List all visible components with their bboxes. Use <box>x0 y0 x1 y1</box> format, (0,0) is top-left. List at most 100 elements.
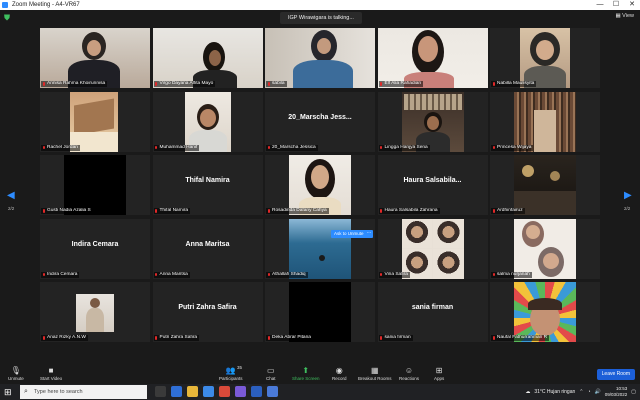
maximize-button[interactable]: ☐ <box>608 0 624 10</box>
participant-name-label: Rachel Jordan <box>41 144 80 151</box>
word-icon[interactable] <box>251 386 262 397</box>
chrome-icon[interactable] <box>219 386 230 397</box>
participant-name-label: Haura Salsabila Zahrana <box>378 208 440 214</box>
edge-browser-icon[interactable] <box>171 386 182 397</box>
participant-tile[interactable]: Annisa Rahma Khoirunnisa <box>40 28 150 88</box>
participant-name-label: sania firman <box>378 335 413 341</box>
video-feed <box>401 218 464 279</box>
more-options-button[interactable]: ··· <box>365 230 373 238</box>
participant-tile[interactable]: Princesa Wijaya <box>490 91 600 152</box>
record-icon: ◉ <box>335 366 343 375</box>
clock-date: 09/03/2022 <box>604 392 628 397</box>
video-feed <box>265 28 375 88</box>
volume-icon[interactable]: 🔊 <box>595 389 601 395</box>
participant-name-label: Princesa Wijaya <box>491 144 534 151</box>
search-icon: ⌕ <box>24 388 28 395</box>
participant-tile[interactable]: Anna Maritsa Anna Maritsa <box>152 218 263 279</box>
participant-name-label: Putri Zahra Safira <box>153 335 200 341</box>
video-feed <box>401 91 464 152</box>
window-titlebar: Zoom Meeting - A4-VR67 — ☐ ✕ <box>0 0 640 10</box>
video-feed <box>289 218 351 279</box>
participant-name-label: Muhammad Hanif <box>153 144 200 151</box>
participant-display-name: Thifal Namira <box>185 177 230 184</box>
store-icon[interactable] <box>203 386 214 397</box>
view-label: View <box>622 13 634 19</box>
weather-text[interactable]: 31°C Hujan ringan <box>534 389 575 395</box>
reactions-button[interactable]: ☺ Reactions <box>399 366 419 382</box>
participant-display-name: Haura Salsabila... <box>403 177 462 184</box>
task-view-icon[interactable] <box>155 386 166 397</box>
minimize-button[interactable]: — <box>592 0 608 10</box>
participant-tile[interactable]: Haura Salsabila... Haura Salsabila Zahra… <box>377 155 488 215</box>
video-feed <box>76 294 114 332</box>
file-explorer-icon[interactable] <box>187 386 198 397</box>
participant-tile[interactable]: Naufal Fathurrahman R <box>490 282 600 342</box>
taskbar-search-box[interactable]: ⌕ Type here to search <box>20 385 147 399</box>
participant-tile[interactable]: Rachel Jordan <box>40 91 150 152</box>
participant-tile[interactable]: Ardhinfairuz <box>490 155 600 215</box>
participant-tile[interactable]: Gusti Nadia Azalia S <box>40 155 150 215</box>
participant-tile[interactable]: Virgo Dayana Alfita Mayo <box>152 28 263 88</box>
participant-tile[interactable]: Putri Zahra Safira Putri Zahra Safira <box>152 282 263 342</box>
participant-tile[interactable]: Thifal Namira Thifal Namira <box>152 155 263 215</box>
participant-tile[interactable]: Muhammad Hanif <box>152 91 263 152</box>
security-shield-icon[interactable]: ⛊ <box>4 14 12 22</box>
participant-name-label: Lingga Hanjya Sena <box>378 144 430 151</box>
participants-button[interactable]: 👥 35 Participants <box>219 365 243 382</box>
unmute-button[interactable]: 🎙 Unmute <box>8 366 24 382</box>
zoom-taskbar-icon[interactable] <box>267 386 278 397</box>
taskbar-apps <box>155 386 278 397</box>
ask-to-unmute-button[interactable]: Ask to Unmute <box>331 230 367 238</box>
breakout-rooms-button[interactable]: ▦ Breakout Rooms <box>358 366 392 382</box>
next-page-arrow-icon[interactable]: ▶ <box>624 190 632 201</box>
record-button[interactable]: ◉ Record <box>332 366 347 382</box>
prev-page-arrow-icon[interactable]: ◀ <box>7 190 15 201</box>
apps-button[interactable]: ⊞ Apps <box>434 366 444 382</box>
participant-tile[interactable]: Nabilla Maulisyita <box>490 28 600 88</box>
video-feed <box>70 91 118 152</box>
windows-start-icon[interactable]: ⊞ <box>4 387 14 397</box>
video-feed <box>520 28 570 88</box>
participant-name-label: Indira Cemara <box>41 271 80 278</box>
meeting-toolbar: 🎙 Unmute ■ Start Video 👥 35 Participants… <box>0 365 640 384</box>
clock[interactable]: 10:53 09/03/2022 <box>605 386 628 398</box>
participant-tile[interactable]: salma nurjanah <box>490 218 600 279</box>
participant-display-name: sania firman <box>411 304 454 311</box>
participant-name-label: Elf Alia Rahadian <box>378 81 424 87</box>
participant-tile[interactable]: sabila <box>265 28 375 88</box>
participant-tile[interactable]: Vina Safira <box>377 218 488 279</box>
participant-tile[interactable]: Deka Abrar Pitana <box>265 282 375 342</box>
participant-name-label: Nabilla Maulisyita <box>491 81 537 87</box>
window-controls: — ☐ ✕ <box>592 0 640 10</box>
app-icon[interactable] <box>235 386 246 397</box>
participant-tile[interactable]: Indira Cemara Indira Cemara <box>40 218 150 279</box>
start-video-button[interactable]: ■ Start Video <box>40 366 62 382</box>
participant-name-label: Rosadinda Dafany Cahya <box>266 208 329 214</box>
tray-arrow-icon[interactable]: ⌃ <box>579 389 583 395</box>
participant-tile[interactable]: Lingga Hanjya Sena <box>377 91 488 152</box>
participant-name-label: Anna Maritsa <box>153 271 190 278</box>
search-placeholder: Type here to search <box>34 389 83 395</box>
participant-name-label: Deka Abrar Pitana <box>266 335 313 341</box>
view-button[interactable]: ▦ View <box>615 13 634 19</box>
participant-name-label: Athallah Shadiq <box>266 271 308 278</box>
video-feed <box>40 28 150 88</box>
participant-tile[interactable]: 20_Marscha Jess... 20_Marscha Jessica <box>265 91 375 152</box>
participant-tile[interactable]: sania firman sania firman <box>377 282 488 342</box>
video-feed <box>514 282 576 342</box>
participant-tile[interactable]: Anaz Rizky A.N.W <box>40 282 150 342</box>
close-button[interactable]: ✕ <box>624 0 640 10</box>
participant-tile[interactable]: Rosadinda Dafany Cahya <box>265 155 375 215</box>
video-feed <box>514 218 576 279</box>
share-screen-button[interactable]: ⬆ Share Screen <box>292 366 320 382</box>
participant-name-label: Ardhinfairuz <box>491 208 525 214</box>
chat-icon: ▭ <box>266 366 275 375</box>
notifications-icon[interactable]: ▢ <box>631 389 636 395</box>
participant-tile[interactable]: Athallah Shadiq <box>265 218 375 279</box>
network-icon[interactable]: ◔ <box>587 389 590 395</box>
leave-room-button[interactable]: Leave Room <box>596 369 635 380</box>
participant-tile[interactable]: Elf Alia Rahadian <box>377 28 488 88</box>
active-speaker-indicator: IGP Wirawigara is talking... <box>280 12 362 24</box>
page-indicator-right: 2/2 <box>624 206 631 211</box>
chat-button[interactable]: ▭ Chat <box>266 366 276 382</box>
